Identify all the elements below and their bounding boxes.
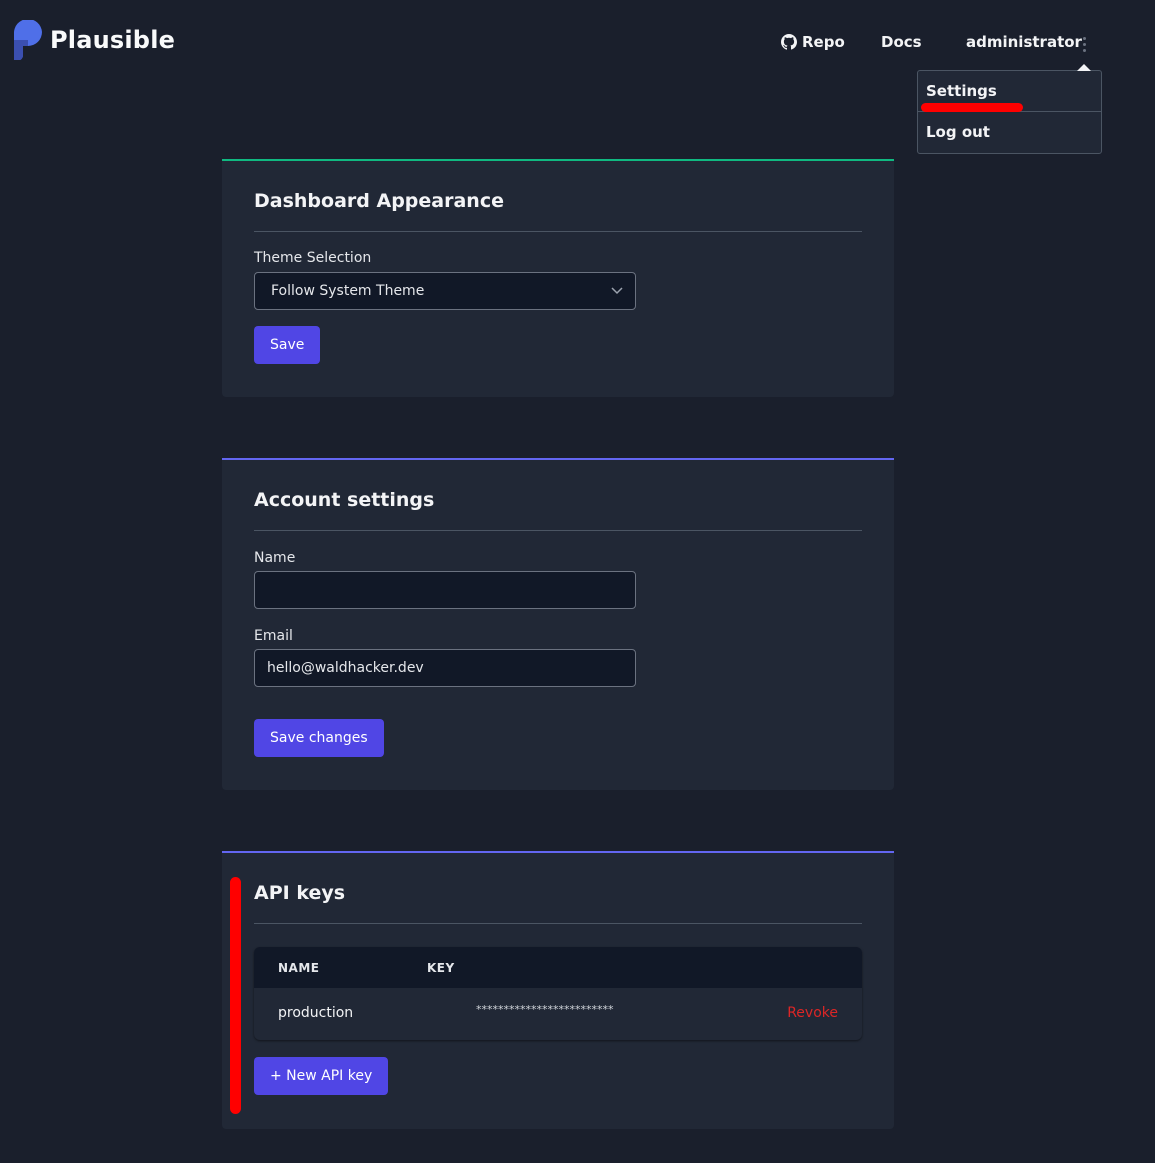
name-input[interactable] bbox=[254, 571, 636, 609]
revoke-link[interactable]: Revoke bbox=[787, 1005, 838, 1021]
api-keys-table: NAME KEY production ********************… bbox=[254, 947, 862, 1040]
plausible-logo-icon bbox=[14, 20, 42, 60]
user-dropdown-menu: Settings Log out bbox=[917, 64, 1102, 154]
brand-name: Plausible bbox=[50, 26, 176, 54]
api-keys-card: API keys NAME KEY production ***********… bbox=[222, 851, 894, 1129]
divider bbox=[254, 231, 862, 232]
column-header-name: NAME bbox=[278, 961, 320, 975]
card-title: Dashboard Appearance bbox=[254, 190, 504, 212]
email-label: Email bbox=[254, 628, 293, 644]
save-button[interactable]: Save bbox=[254, 326, 321, 364]
divider bbox=[254, 923, 862, 924]
chevron-down-icon bbox=[611, 287, 623, 295]
new-api-key-button[interactable]: + New API key bbox=[254, 1057, 389, 1095]
docs-label: Docs bbox=[881, 33, 922, 51]
api-key-value: ************************* bbox=[476, 1003, 614, 1016]
theme-select-value: Follow System Theme bbox=[271, 283, 425, 299]
table-row: production ************************* Rev… bbox=[254, 988, 862, 1040]
save-changes-button[interactable]: Save changes bbox=[254, 719, 384, 757]
name-label: Name bbox=[254, 550, 296, 566]
column-header-key: KEY bbox=[427, 961, 455, 975]
docs-link[interactable]: Docs bbox=[881, 33, 922, 51]
api-key-name: production bbox=[278, 1005, 354, 1021]
annotation-underline bbox=[921, 103, 1023, 112]
dashboard-appearance-card: Dashboard Appearance Theme Selection Fol… bbox=[222, 159, 894, 397]
github-icon bbox=[781, 34, 797, 50]
repo-link[interactable]: Repo bbox=[781, 33, 845, 51]
divider bbox=[254, 530, 862, 531]
user-menu-button[interactable]: administrator bbox=[966, 33, 1082, 51]
card-title: API keys bbox=[254, 882, 346, 904]
theme-select[interactable]: Follow System Theme bbox=[254, 272, 636, 310]
kebab-menu-icon[interactable] bbox=[1083, 37, 1087, 55]
repo-label: Repo bbox=[802, 33, 845, 51]
username: administrator bbox=[966, 33, 1082, 51]
email-input[interactable]: hello@waldhacker.dev bbox=[254, 649, 636, 687]
plausible-logo[interactable]: Plausible bbox=[14, 20, 175, 60]
theme-label: Theme Selection bbox=[254, 250, 372, 266]
card-title: Account settings bbox=[254, 489, 435, 511]
menu-item-logout[interactable]: Log out bbox=[918, 112, 1101, 152]
account-settings-card: Account settings Name Email hello@waldha… bbox=[222, 458, 894, 790]
annotation-bar bbox=[230, 877, 241, 1114]
table-header: NAME KEY bbox=[254, 947, 862, 988]
